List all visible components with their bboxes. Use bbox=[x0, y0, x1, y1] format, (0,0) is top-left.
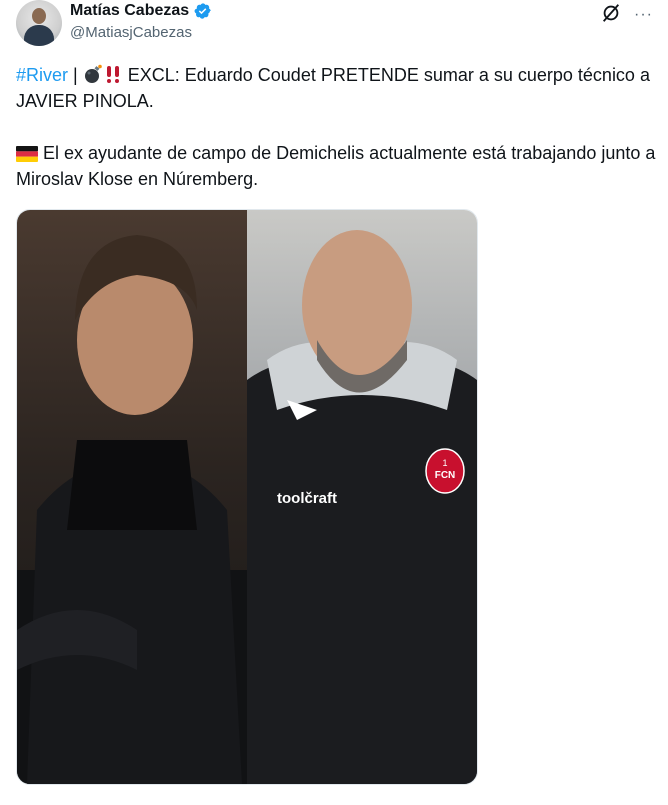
bomb-icon bbox=[84, 64, 102, 83]
tweet-media-image[interactable]: toolčraft 1 FCN bbox=[16, 209, 478, 785]
grok-icon[interactable] bbox=[600, 2, 622, 24]
club-badge-number: 1 bbox=[442, 458, 447, 468]
left-photo-panel bbox=[17, 210, 247, 784]
left-person-illustration bbox=[17, 235, 247, 784]
avatar-head-shape bbox=[32, 8, 46, 24]
club-badge-icon: 1 FCN bbox=[425, 448, 465, 494]
author-handle[interactable]: @MatiasjCabezas bbox=[70, 24, 192, 41]
avatar-body-shape bbox=[24, 25, 54, 46]
author-name[interactable]: Matías Cabezas bbox=[70, 2, 189, 20]
tweet-text: #River | EXCL: Eduardo Coudet PRETENDE s… bbox=[16, 62, 656, 192]
hashtag-link[interactable]: #River bbox=[16, 65, 68, 85]
verified-badge-icon bbox=[194, 3, 211, 19]
tweet-line-2: El ex ayudante de campo de Demichelis ac… bbox=[16, 143, 656, 189]
tweet-paragraph-1: #River | EXCL: Eduardo Coudet PRETENDE s… bbox=[16, 62, 656, 114]
club-badge-text: FCN bbox=[435, 470, 456, 481]
avatar[interactable] bbox=[16, 0, 62, 46]
jersey-brand-text: toolčraft bbox=[277, 490, 337, 507]
double-exclamation-icon bbox=[106, 66, 119, 83]
tweet-paragraph-2: El ex ayudante de campo de Demichelis ac… bbox=[16, 140, 656, 192]
more-options-icon[interactable]: ··· bbox=[634, 6, 653, 24]
separator-text: | bbox=[68, 65, 83, 85]
author-name-row: Matías Cabezas bbox=[70, 2, 212, 20]
germany-flag-icon bbox=[16, 146, 38, 162]
